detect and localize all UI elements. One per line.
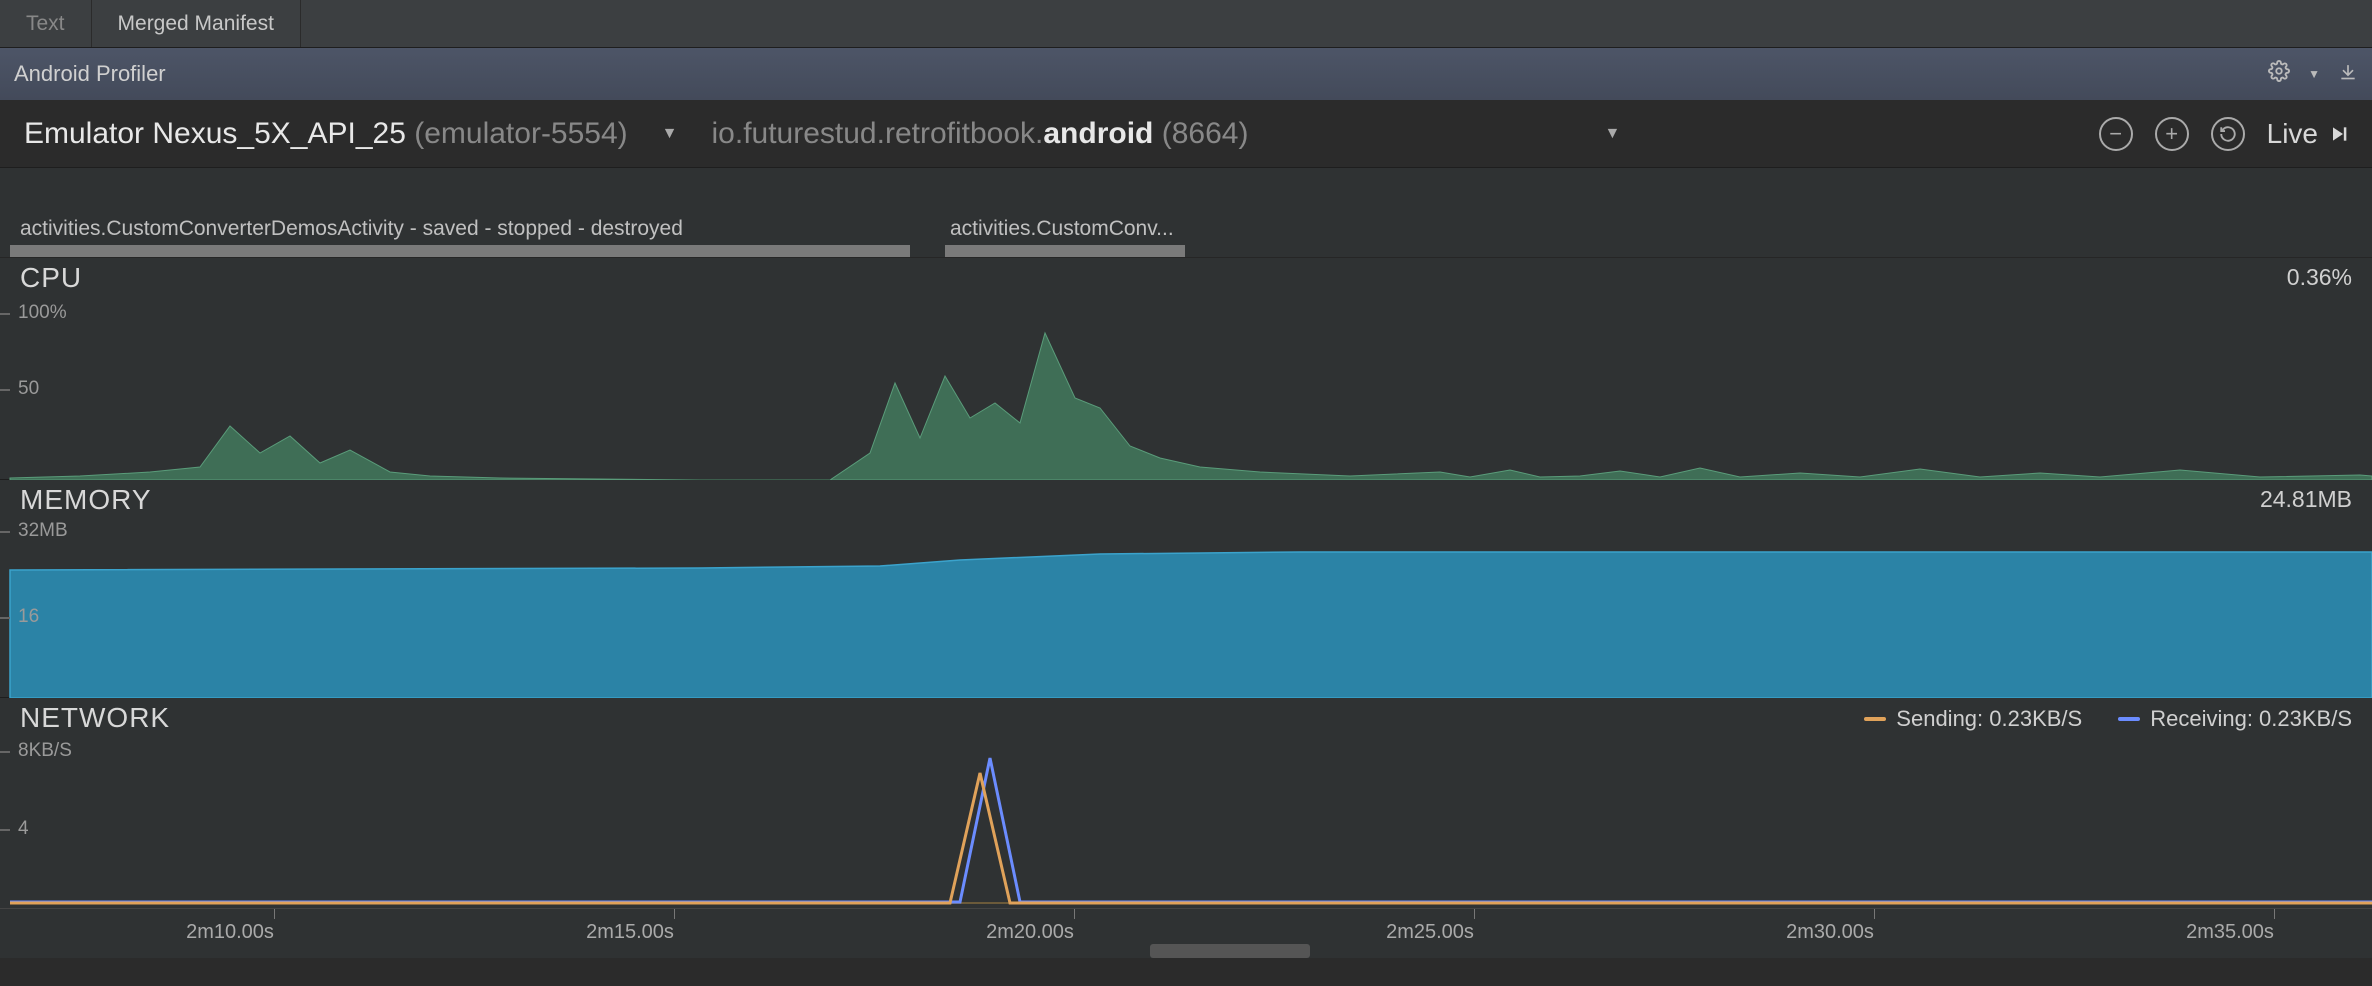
device-serial: (emulator-5554) (414, 117, 627, 150)
activity-label-1: activities.CustomConverterDemosActivity … (20, 217, 683, 241)
profiler-title: Android Profiler (14, 61, 166, 87)
time-tick: 2m35.00s (2230, 909, 2318, 944)
minimize-icon[interactable] (2338, 61, 2358, 87)
zoom-out-button[interactable]: − (2099, 117, 2133, 151)
network-title: NETWORK (20, 702, 170, 734)
sending-label: Sending: 0.23KB/S (1896, 706, 2082, 732)
memory-chart (0, 480, 2372, 698)
package-prefix: io.futurestud.retrofitbook. (712, 117, 1044, 150)
process-pid: (8664) (1162, 117, 1249, 150)
memory-value: 24.81MB (2260, 486, 2352, 513)
profiler-header: Android Profiler ▼ (0, 48, 2372, 100)
editor-tabs: Text Merged Manifest (0, 0, 2372, 48)
sending-swatch (1864, 717, 1886, 721)
cpu-value: 0.36% (2287, 264, 2352, 291)
zoom-in-button[interactable]: + (2155, 117, 2189, 151)
gear-icon[interactable] (2268, 60, 2290, 88)
tab-text[interactable]: Text (0, 0, 92, 47)
network-legend: Sending: 0.23KB/S Receiving: 0.23KB/S (1864, 706, 2352, 732)
network-ytick-4: 4 (18, 818, 29, 840)
time-axis[interactable]: 2m10.00s 2m15.00s 2m20.00s 2m25.00s 2m30… (0, 908, 2372, 958)
time-tick: 2m30.00s (1830, 909, 1918, 944)
activity-timeline[interactable]: activities.CustomConverterDemosActivity … (0, 168, 2372, 258)
memory-panel[interactable]: MEMORY 24.81MB 32MB 16 (0, 480, 2372, 698)
time-tick: 2m20.00s (1030, 909, 1118, 944)
cpu-ytick-100: 100% (18, 302, 67, 324)
time-tick: 2m15.00s (630, 909, 718, 944)
reset-zoom-button[interactable] (2211, 117, 2245, 151)
memory-ytick-16: 16 (18, 606, 39, 628)
package-name: android (1043, 117, 1153, 150)
activity-bar-2 (945, 245, 1185, 257)
memory-ytick-32: 32MB (18, 520, 68, 542)
time-tick: 2m10.00s (230, 909, 318, 944)
live-label: Live (2267, 118, 2318, 150)
device-dropdown[interactable]: ▼ (644, 125, 696, 143)
cpu-chart (0, 258, 2372, 480)
activity-bar-1 (10, 245, 910, 257)
live-toggle[interactable]: Live (2267, 118, 2348, 150)
time-tick: 2m25.00s (1430, 909, 1518, 944)
receiving-label: Receiving: 0.23KB/S (2150, 706, 2352, 732)
receiving-swatch (2118, 717, 2140, 721)
chevron-down-icon[interactable]: ▼ (2308, 67, 2320, 81)
activity-label-2: activities.CustomConv... (950, 217, 1174, 241)
cpu-ytick-50: 50 (18, 378, 39, 400)
tab-merged-manifest[interactable]: Merged Manifest (92, 0, 301, 47)
timeline-scrollbar-thumb[interactable] (1150, 944, 1310, 958)
memory-title: MEMORY (20, 484, 152, 516)
network-panel[interactable]: NETWORK Sending: 0.23KB/S Receiving: 0.2… (0, 698, 2372, 908)
charts-area: activities.CustomConverterDemosActivity … (0, 168, 2372, 958)
cpu-title: CPU (20, 262, 82, 294)
cpu-panel[interactable]: CPU 0.36% 100% 50 (0, 258, 2372, 480)
process-dropdown[interactable]: ▼ (1264, 125, 1638, 143)
device-name: Emulator Nexus_5X_API_25 (24, 117, 406, 150)
network-ytick-8: 8KB/S (18, 740, 72, 762)
device-bar: Emulator Nexus_5X_API_25 (emulator-5554)… (0, 100, 2372, 168)
